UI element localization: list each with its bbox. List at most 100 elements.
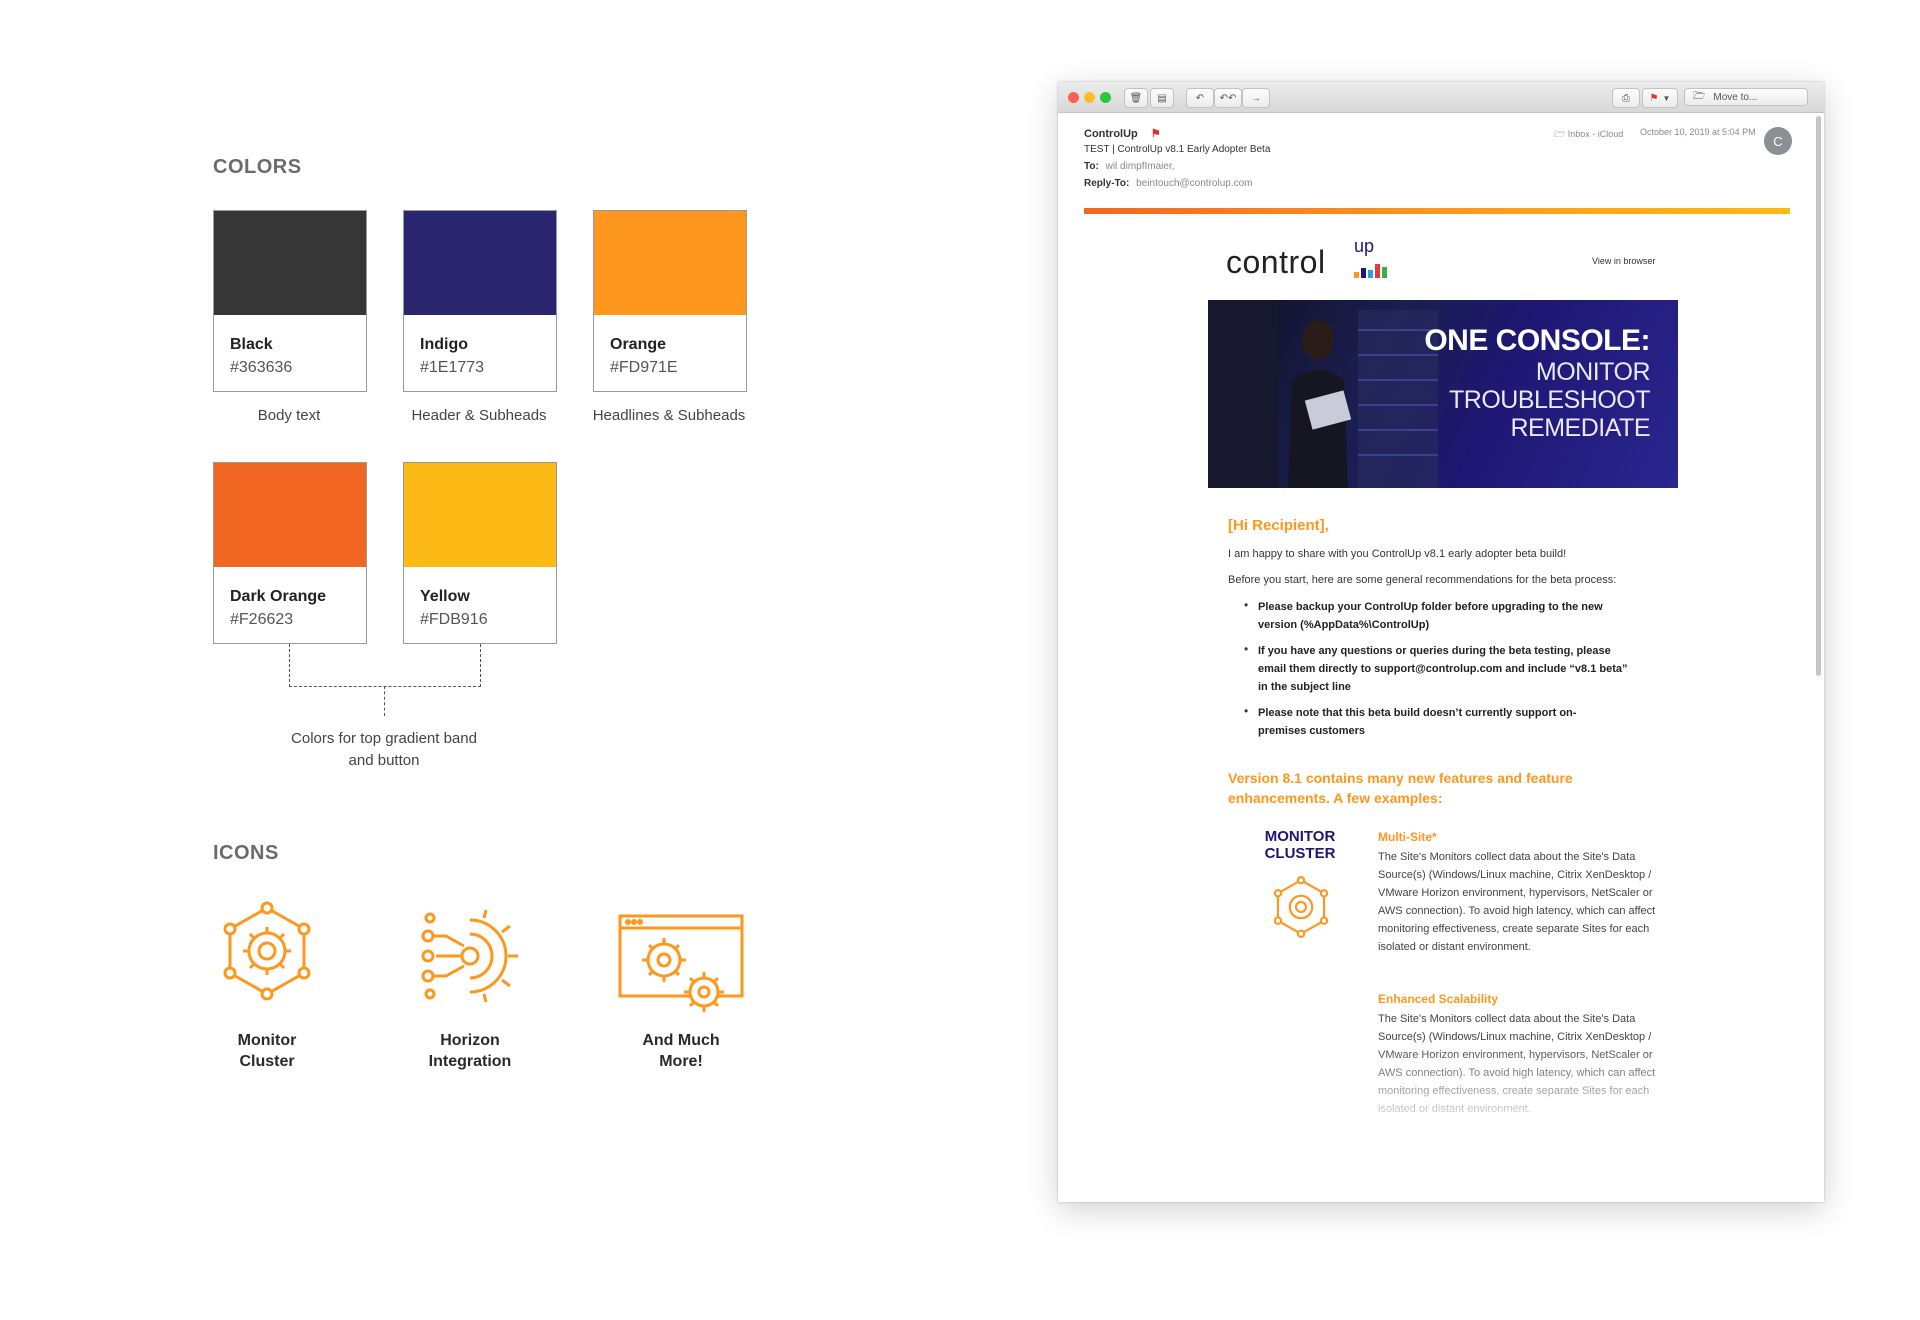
chevron-down-icon: ▼ xyxy=(1662,93,1671,103)
move-to-label: Move to... xyxy=(1713,91,1758,103)
swatch-hex: #363636 xyxy=(230,359,293,376)
flag-icon: ⚑ xyxy=(1150,128,1161,140)
folder-icon: 🗁 xyxy=(1554,129,1566,139)
gradient-caption-line: Colors for top gradient band xyxy=(291,730,477,747)
swatch-dark-orange: Dark Orange #F26623 xyxy=(213,462,367,644)
minimize-window-button[interactable] xyxy=(1084,92,1095,103)
swatch-usage: Headlines & Subheads xyxy=(592,407,746,424)
mailbox-label: 🗁 Inbox - iCloud xyxy=(1554,127,1623,143)
swatch-name: Dark Orange xyxy=(230,588,327,605)
controlup-logo: control up xyxy=(1226,236,1387,281)
swatch-hex: #FDB916 xyxy=(420,611,488,628)
icon-label-and-much-more: And Much More! xyxy=(601,1030,761,1072)
swatch-hex: #FD971E xyxy=(610,359,678,376)
flag-icon: ⚑ xyxy=(1649,92,1659,104)
reply-button[interactable]: ↶ xyxy=(1186,88,1214,108)
move-to-button[interactable]: 🗁 Move to... xyxy=(1684,88,1808,106)
logo-sup: up xyxy=(1354,236,1375,256)
logo-text: control xyxy=(1226,244,1326,280)
close-window-button[interactable] xyxy=(1068,92,1079,103)
swatch-black: Black #363636 xyxy=(213,210,367,392)
to-line: To: wil dimpfImaier, xyxy=(1084,161,1175,172)
feature-title: Enhanced Scalability xyxy=(1378,992,1499,1006)
swatch-chip xyxy=(594,211,746,315)
to-value[interactable]: wil dimpfImaier, xyxy=(1106,161,1175,172)
list-item: Please backup your ControlUp folder befo… xyxy=(1258,601,1603,631)
archive-button[interactable]: ▤ xyxy=(1150,88,1174,108)
swatch-name: Indigo xyxy=(420,336,468,353)
printer-icon: ⎙ xyxy=(1622,92,1630,104)
mail-toolbar: 🗑 ▤ ↶ ↶↶ → ⎙ ⚑ ▼ 🗁 Move to... xyxy=(1058,82,1824,113)
swatch-orange: Orange #FD971E xyxy=(593,210,747,392)
list-item: Please note that this beta build doesn’t… xyxy=(1258,707,1577,737)
reply-to-line: Reply-To: beintouch@controlup.com xyxy=(1084,178,1252,189)
colors-section-title: COLORS xyxy=(213,156,302,178)
swatch-name: Yellow xyxy=(420,588,470,605)
mail-subject: TEST | ControlUp v8.1 Early Adopter Beta xyxy=(1084,144,1271,155)
feature-badge: MONITOR CLUSTER xyxy=(1250,828,1350,862)
hero-headline: ONE CONSOLE: xyxy=(1424,324,1650,357)
gradient-band xyxy=(1084,208,1790,214)
sender-name-text: ControlUp xyxy=(1084,128,1138,140)
content-fade xyxy=(1058,1042,1824,1202)
swatch-yellow: Yellow #FDB916 xyxy=(403,462,557,644)
swatch-indigo: Indigo #1E1773 xyxy=(403,210,557,392)
flag-button[interactable]: ⚑ ▼ xyxy=(1642,88,1678,108)
hero-banner: ONE CONSOLE: MONITOR TROUBLESHOOT REMEDI… xyxy=(1208,300,1678,488)
view-in-browser-link[interactable]: View in browser xyxy=(1592,256,1655,266)
greeting: [Hi Recipient], xyxy=(1228,517,1329,534)
icon-label-line: Monitor xyxy=(237,1032,297,1049)
version-heading: Version 8.1 contains many new features a… xyxy=(1228,770,1573,806)
hero-line-remediate: REMEDIATE xyxy=(1510,414,1651,442)
gradient-caption-line: and button xyxy=(348,752,420,769)
sender-name: ControlUp ⚑ xyxy=(1084,127,1161,140)
mailbox-name: Inbox - iCloud xyxy=(1567,129,1624,139)
to-label: To: xyxy=(1084,161,1099,172)
forward-button[interactable]: → xyxy=(1242,88,1270,108)
browser-gears-icon xyxy=(618,914,744,1012)
gradient-bracket xyxy=(289,644,481,687)
swatch-hex: #1E1773 xyxy=(420,359,485,376)
icon-label-monitor-cluster: Monitor Cluster xyxy=(187,1030,347,1072)
feature-text: The Site's Monitors collect data about t… xyxy=(1378,851,1656,953)
forward-icon: → xyxy=(1251,92,1261,104)
reply-all-button[interactable]: ↶↶ xyxy=(1214,88,1242,108)
icon-label-line: Horizon xyxy=(440,1032,500,1049)
icon-label-line: More! xyxy=(659,1053,703,1070)
swatch-chip xyxy=(404,211,556,315)
reply-to-label: Reply-To: xyxy=(1084,178,1130,189)
horizon-integration-icon xyxy=(421,910,518,1002)
intro-paragraph: Before you start, here are some general … xyxy=(1228,574,1617,586)
monitor-cluster-icon xyxy=(223,901,311,1001)
reply-icon: ↶ xyxy=(1195,92,1205,104)
scrollbar-thumb[interactable] xyxy=(1816,116,1821,676)
icon-label-line: Cluster xyxy=(239,1053,295,1070)
trash-button[interactable]: 🗑 xyxy=(1124,88,1148,108)
mail-date: October 10, 2019 at 5:04 PM xyxy=(1640,127,1756,137)
swatch-chip xyxy=(214,463,366,567)
swatch-name: Black xyxy=(230,336,273,353)
swatch-name: Orange xyxy=(610,336,667,353)
avatar: C xyxy=(1764,127,1792,155)
hero-line-troubleshoot: TROUBLESHOOT xyxy=(1449,386,1650,414)
zoom-window-button[interactable] xyxy=(1100,92,1111,103)
list-item: If you have any questions or queries dur… xyxy=(1258,645,1628,693)
swatch-usage: Header & Subheads xyxy=(411,407,547,424)
logo-bars-icon xyxy=(1354,264,1387,278)
gradient-caption: Colors for top gradient band and button xyxy=(264,728,504,772)
icons-section-title: ICONS xyxy=(213,842,279,864)
swatch-usage: Body text xyxy=(257,407,321,424)
reply-to-value[interactable]: beintouch@controlup.com xyxy=(1136,178,1252,189)
swatch-chip xyxy=(214,211,366,315)
icon-label-line: Integration xyxy=(428,1053,512,1070)
feature-title: Multi-Site* xyxy=(1378,830,1437,844)
feature-badge-line: MONITOR xyxy=(1264,828,1336,845)
trash-icon: 🗑 xyxy=(1129,92,1143,104)
icon-label-line: And Much xyxy=(642,1032,720,1049)
icon-label-horizon-integration: Horizon Integration xyxy=(390,1030,550,1072)
folder-icon: 🗁 xyxy=(1693,90,1706,102)
swatch-hex: #F26623 xyxy=(230,611,294,628)
mail-window: 🗑 ▤ ↶ ↶↶ → ⎙ ⚑ ▼ 🗁 Move to... ControlUp … xyxy=(1058,82,1824,1202)
reply-all-icon: ↶↶ xyxy=(1219,92,1237,104)
print-button[interactable]: ⎙ xyxy=(1612,88,1640,108)
